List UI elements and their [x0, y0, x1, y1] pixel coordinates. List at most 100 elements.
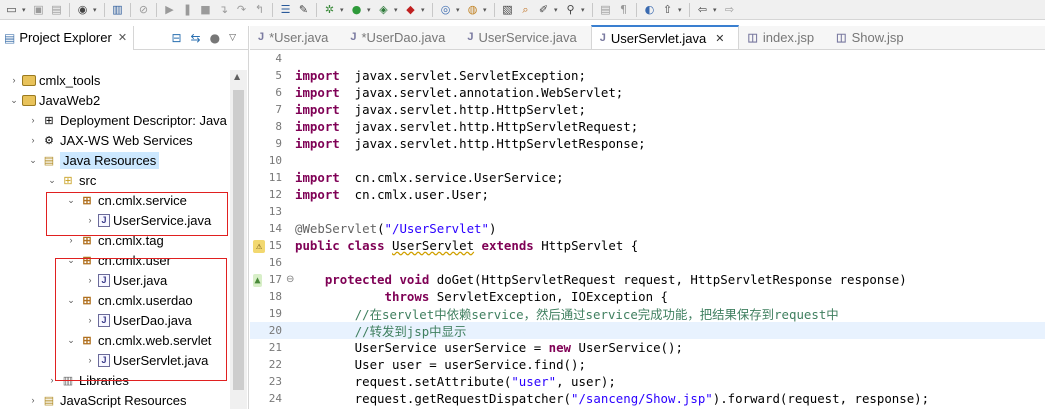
new-icon[interactable]: ▭	[4, 2, 19, 17]
scroll-up-icon[interactable]: ▲	[234, 72, 240, 81]
fold-toggle-icon[interactable]: ⊖	[286, 274, 295, 285]
save-icon[interactable]: ▣	[31, 2, 46, 17]
code-area[interactable]: 4 5 import javax.servlet.ServletException;…	[250, 50, 1045, 409]
collapse-all-icon[interactable]: ⊟	[171, 31, 181, 45]
collapsed-arrow-icon[interactable]: ›	[27, 395, 39, 405]
tree-item[interactable]: › ⚙ JAX-WS Web Services	[0, 130, 230, 150]
world-icon[interactable]: ◐	[642, 2, 657, 17]
dropdown-arrow-icon[interactable]: ▾	[93, 6, 99, 14]
project-icon	[22, 94, 36, 106]
code-token: void	[399, 272, 430, 287]
editor-tab[interactable]: J UserService.java	[459, 25, 590, 49]
deploy-icon[interactable]: ⇧	[660, 2, 675, 17]
run-config-icon[interactable]: ◈	[376, 2, 391, 17]
filter-icon[interactable]: ●	[210, 31, 220, 45]
code-token: UserService();	[571, 340, 683, 355]
collapsed-arrow-icon[interactable]: ›	[8, 75, 20, 85]
dropdown-arrow-icon[interactable]: ▾	[22, 6, 28, 14]
expanded-arrow-icon[interactable]: ⌄	[8, 95, 20, 106]
dropdown-arrow-icon[interactable]: ▾	[678, 6, 684, 14]
collapsed-arrow-icon[interactable]: ›	[27, 115, 39, 125]
editor-tab[interactable]: ◫ Show.jsp	[828, 25, 917, 49]
step-over-icon[interactable]: ↷	[234, 2, 249, 17]
code-token: cn.cmlx.user.User;	[339, 187, 489, 202]
resume-icon[interactable]: ▶	[162, 2, 177, 17]
external-tools-icon[interactable]: ◆	[403, 2, 418, 17]
tree-item[interactable]: ⌄ ⊞ src	[0, 170, 230, 190]
dropdown-arrow-icon[interactable]: ▾	[456, 6, 462, 14]
dropdown-arrow-icon[interactable]: ▾	[581, 6, 587, 14]
annotation-icon[interactable]: ✐	[536, 2, 551, 17]
tree-item-label: Java Resources	[60, 151, 160, 169]
line-number: 20	[268, 324, 282, 337]
collapsed-arrow-icon[interactable]: ›	[65, 235, 77, 245]
tab-project-explorer[interactable]: ▤ Project Explorer ✕	[0, 25, 135, 50]
code-line: 7 import javax.servlet.http.HttpServlet;	[250, 101, 1045, 118]
dropdown-arrow-icon[interactable]: ▾	[367, 6, 373, 14]
editor-tab[interactable]: J UserServlet.java ✕	[590, 25, 740, 49]
suspend-icon[interactable]: ❚	[180, 2, 195, 17]
editor-tab[interactable]: ◫ index.jsp	[739, 25, 828, 49]
expanded-arrow-icon[interactable]: ⌄	[46, 175, 58, 186]
code-token: request.setAttribute(	[295, 374, 512, 389]
toggle-icon[interactable]: ▤	[598, 2, 613, 17]
jsp-file-icon: ◫	[747, 31, 758, 44]
dropdown-arrow-icon[interactable]: ▾	[554, 6, 560, 14]
tree-item[interactable]: › ⊞ Deployment Descriptor: Java	[0, 110, 230, 130]
code-token: doGet(HttpServletRequest request, HttpSe…	[429, 272, 907, 287]
pin-icon[interactable]: ⚲	[563, 2, 578, 17]
outline-icon[interactable]: ▥	[110, 2, 125, 17]
build-icon[interactable]: ✎	[296, 2, 311, 17]
step-into-icon[interactable]: ↴	[216, 2, 231, 17]
tree-item-label: Deployment Descriptor: Java	[60, 112, 227, 128]
override-marker-icon[interactable]: ▲	[253, 274, 262, 287]
nav-back-icon[interactable]: ⇦	[695, 2, 710, 17]
task-icon[interactable]: ☰	[278, 2, 293, 17]
collapsed-arrow-icon[interactable]: ›	[27, 135, 39, 145]
dropdown-arrow-icon[interactable]: ▾	[713, 6, 719, 14]
block-icon[interactable]: ¶	[616, 2, 631, 17]
dropdown-arrow-icon[interactable]: ▾	[421, 6, 427, 14]
code-token: @WebServlet	[295, 221, 378, 236]
warning-marker-icon[interactable]: ⚠	[253, 240, 265, 253]
tree-item[interactable]: › cmlx_tools	[0, 70, 230, 90]
code-line: 19 //在servlet中依赖service，然后通过service完成功能，…	[250, 305, 1045, 322]
editor-tab[interactable]: J *UserDao.java	[342, 25, 459, 49]
tree-item[interactable]: › ▤ JavaScript Resources	[0, 390, 230, 409]
step-return-icon[interactable]: ↰	[252, 2, 267, 17]
scrollbar-thumb[interactable]	[233, 90, 244, 390]
dropdown-arrow-icon[interactable]: ▾	[340, 6, 346, 14]
open-task-icon[interactable]: ▧	[500, 2, 515, 17]
tree-item[interactable]: ⌄ JavaWeb2	[0, 90, 230, 110]
search-icon[interactable]: ⌕	[518, 2, 533, 17]
tree-scrollbar[interactable]: ▲	[230, 70, 247, 409]
debug-icon[interactable]: ✲	[322, 2, 337, 17]
link-with-editor-icon[interactable]: ⇆	[191, 31, 201, 45]
line-number: 16	[268, 256, 282, 269]
close-icon[interactable]: ✕	[715, 32, 724, 45]
expanded-arrow-icon[interactable]: ⌄	[27, 155, 39, 166]
run-icon[interactable]: ●	[349, 2, 364, 17]
new-server-icon[interactable]: ◎	[438, 2, 453, 17]
tree-item-label: JAX-WS Web Services	[60, 132, 193, 148]
dropdown-arrow-icon[interactable]: ▾	[483, 6, 489, 14]
view-menu-icon[interactable]: ▽	[229, 33, 236, 43]
code-token: import	[295, 68, 340, 83]
save-all-icon[interactable]: ▤	[49, 2, 64, 17]
dropdown-arrow-icon[interactable]: ▾	[394, 6, 400, 14]
close-icon[interactable]: ✕	[118, 31, 127, 44]
open-type-icon[interactable]: ◍	[465, 2, 480, 17]
line-number: 9	[275, 137, 282, 150]
terminate-icon[interactable]: ■	[198, 2, 213, 17]
line-number: 5	[275, 69, 282, 82]
line-number: 11	[268, 171, 282, 184]
code-editor: J *User.java J *UserDao.java J UserService.ja…	[250, 25, 1045, 409]
debug-skip-icon[interactable]: ⊘	[136, 2, 151, 17]
code-line: 21 UserService userService = new UserSer…	[250, 339, 1045, 356]
project-explorer-header: ▤ Project Explorer ✕ ⊟ ⇆ ● ▽	[0, 25, 248, 50]
nav-forward-icon[interactable]: ⇨	[722, 2, 737, 17]
editor-tab[interactable]: J *User.java	[250, 25, 342, 49]
tree-item[interactable]: ⌄ ▤ Java Resources	[0, 150, 230, 170]
code-line: 8 import javax.servlet.http.HttpServletRe…	[250, 118, 1045, 135]
account-icon[interactable]: ◉	[75, 2, 90, 17]
